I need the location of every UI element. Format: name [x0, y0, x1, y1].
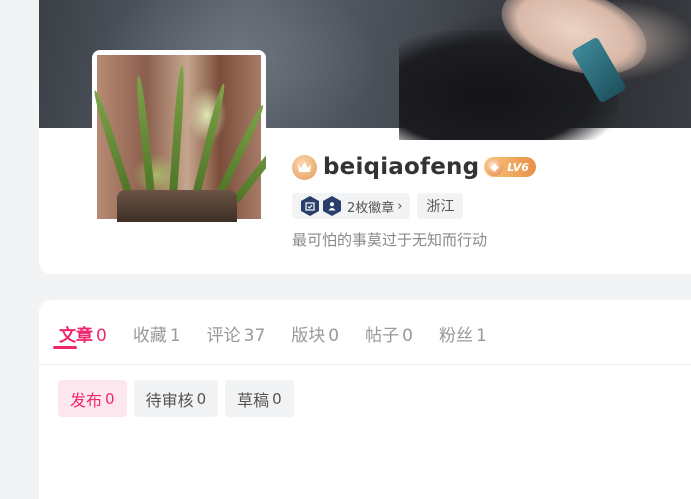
user-profile-page: beiqiaofeng LV6 2枚徽章 › 浙江 最可怕的事莫过于无知而行动 … [0, 0, 691, 499]
tab-articles[interactable]: 文章 0 [59, 321, 107, 346]
avatar[interactable] [92, 50, 266, 224]
filter-pending-review[interactable]: 待审核 0 [133, 380, 219, 417]
chevron-right-icon: › [397, 198, 403, 214]
avatar-image [92, 55, 266, 222]
calendar-check-icon [301, 196, 319, 216]
user-icon [323, 196, 341, 216]
tabs-divider [39, 364, 691, 365]
filter-published[interactable]: 发布 0 [58, 380, 127, 417]
tag-row: 2枚徽章 › 浙江 [292, 193, 464, 219]
badges-button[interactable]: 2枚徽章 › [292, 193, 411, 219]
active-tab-indicator [53, 346, 77, 349]
username: beiqiaofeng [323, 154, 480, 180]
content-card: 文章 0 收藏 1 评论 37 版块 0 帖子 0 粉丝 1 发布 0 待审核 0 草稿 0 [39, 300, 691, 499]
tab-sections[interactable]: 版块 0 [291, 321, 339, 346]
tab-favorites[interactable]: 收藏 1 [133, 321, 181, 346]
tab-followers[interactable]: 粉丝 1 [439, 321, 487, 346]
crown-icon [292, 154, 317, 180]
name-row: beiqiaofeng LV6 [292, 152, 536, 182]
badges-count-label: 2枚徽章 [347, 200, 395, 216]
level-badge: LV6 [484, 157, 536, 177]
content-tabs: 文章 0 收藏 1 评论 37 版块 0 帖子 0 粉丝 1 [59, 320, 513, 346]
profile-card: beiqiaofeng LV6 2枚徽章 › 浙江 最可怕的事莫过于无知而行动 [39, 0, 691, 274]
level-gem-icon [486, 158, 504, 176]
level-label: LV6 [507, 160, 529, 174]
tab-posts[interactable]: 帖子 0 [365, 321, 413, 346]
filter-drafts[interactable]: 草稿 0 [225, 380, 294, 417]
region-tag: 浙江 [417, 193, 464, 219]
tab-comments[interactable]: 评论 37 [207, 321, 266, 346]
user-bio: 最可怕的事莫过于无知而行动 [292, 231, 488, 249]
article-filter-tabs: 发布 0 待审核 0 草稿 0 [58, 380, 301, 417]
